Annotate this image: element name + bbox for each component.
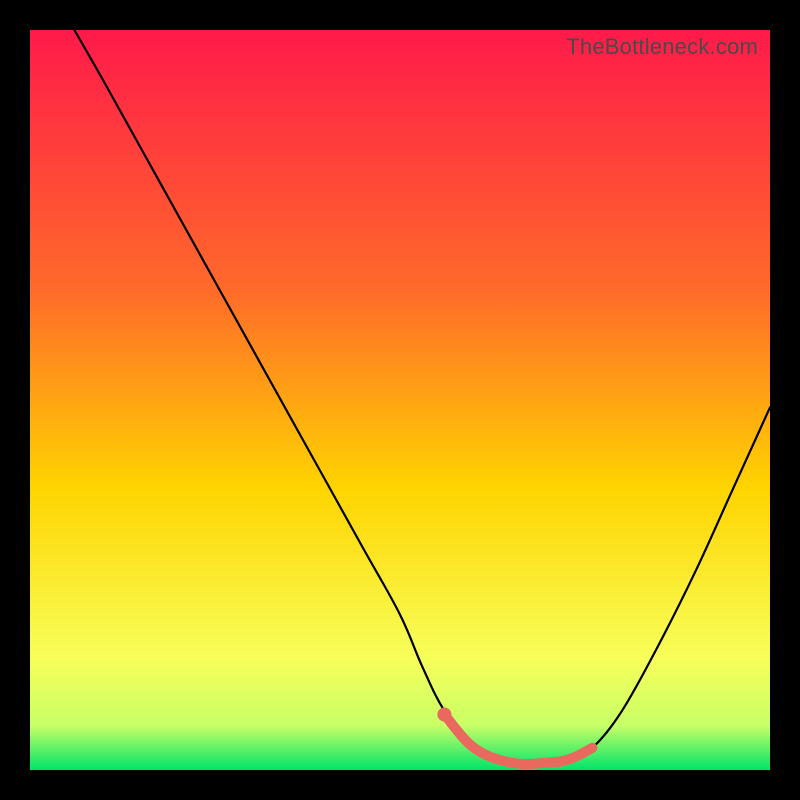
gradient-background	[30, 30, 770, 770]
chart-frame: TheBottleneck.com	[30, 30, 770, 770]
watermark-text: TheBottleneck.com	[566, 34, 758, 60]
bottleneck-chart	[30, 30, 770, 770]
optimal-start-dot	[437, 708, 451, 722]
